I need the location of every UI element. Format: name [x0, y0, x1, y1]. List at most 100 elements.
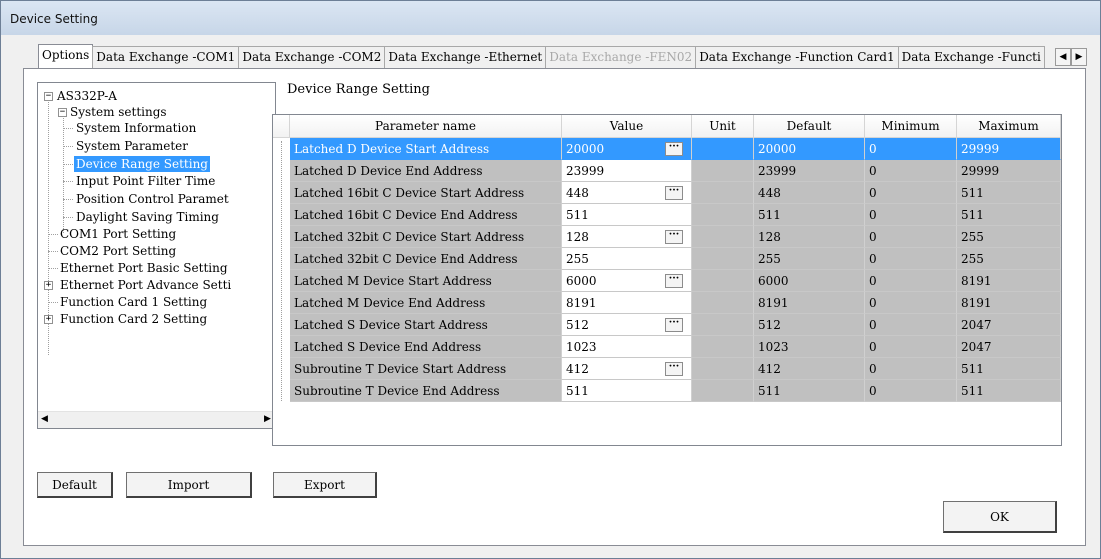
header-parameter-name[interactable]: Parameter name — [290, 115, 562, 138]
collapse-system-settings-icon[interactable]: − — [58, 108, 67, 117]
cell-maximum: 2047 — [957, 336, 1061, 358]
cell-default: 511 — [754, 380, 865, 402]
import-button[interactable]: Import — [126, 472, 252, 498]
header-maximum[interactable]: Maximum — [957, 115, 1061, 138]
cell-unit — [692, 160, 754, 182]
tab-data-exchange-com1[interactable]: Data Exchange -COM1 — [92, 46, 240, 68]
collapse-root-icon[interactable]: − — [44, 92, 53, 101]
cell-maximum: 511 — [957, 380, 1061, 402]
table-row[interactable]: Latched 16bit C Device Start Address 448 4… — [273, 182, 1061, 204]
cell-minimum: 0 — [865, 380, 957, 402]
browse-ellipsis-button[interactable]: ··· — [665, 186, 683, 200]
cell-unit — [692, 292, 754, 314]
cell-minimum: 0 — [865, 226, 957, 248]
cell-parameter-name: Latched 16bit C Device End Address — [290, 204, 562, 226]
table-row[interactable]: Latched S Device Start Address 512 512 0 204… — [273, 314, 1061, 336]
cell-value[interactable]: 511 — [562, 204, 692, 226]
browse-ellipsis-button[interactable]: ··· — [665, 230, 683, 244]
cell-minimum: 0 — [865, 160, 957, 182]
table-row[interactable]: Latched 16bit C Device End Address 511 511… — [273, 204, 1061, 226]
cell-parameter-name: Latched 16bit C Device Start Address — [290, 182, 562, 204]
table-row[interactable]: Latched M Device Start Address 6000 6000 0 8… — [273, 270, 1061, 292]
tree-item-device-range-setting[interactable]: Device Range Setting — [74, 156, 210, 172]
tab-scroll-left-icon[interactable]: ◀ — [1055, 48, 1071, 66]
tree-item-daylight-saving-timing[interactable]: Daylight Saving Timing — [76, 209, 219, 225]
expand-ethernet-advance-icon[interactable]: + — [44, 281, 53, 290]
cell-parameter-name: Latched S Device Start Address — [290, 314, 562, 336]
table-row[interactable]: Latched S Device End Address 1023 1023 0 204… — [273, 336, 1061, 358]
cell-unit — [692, 182, 754, 204]
tree-item-com1-port-setting[interactable]: COM1 Port Setting — [60, 226, 176, 242]
cell-minimum: 0 — [865, 358, 957, 380]
tab-data-exchange-function-card2[interactable]: Data Exchange -Functi — [897, 46, 1045, 68]
tab-data-exchange-function-card1[interactable]: Data Exchange -Function Card1 — [695, 46, 899, 68]
tree-item-function-card-1-setting[interactable]: Function Card 1 Setting — [60, 294, 207, 310]
ok-button[interactable]: OK — [943, 501, 1057, 533]
tab-scroll-right-icon[interactable]: ▶ — [1071, 48, 1087, 66]
tree-item-system-parameter[interactable]: System Parameter — [76, 138, 188, 154]
table-row[interactable]: Latched M Device End Address 8191 8191 0 819… — [273, 292, 1061, 314]
cell-value[interactable]: 8191 — [562, 292, 692, 314]
tab-options[interactable]: Options — [38, 44, 94, 68]
browse-ellipsis-button[interactable]: ··· — [665, 318, 683, 332]
cell-minimum: 0 — [865, 314, 957, 336]
header-minimum[interactable]: Minimum — [865, 115, 957, 138]
tree-item-position-control-parameter[interactable]: Position Control Paramet — [76, 191, 229, 207]
tree-item-ethernet-port-basic-setting[interactable]: Ethernet Port Basic Setting — [60, 260, 228, 276]
browse-ellipsis-button[interactable]: ··· — [665, 362, 683, 376]
cell-maximum: 511 — [957, 358, 1061, 380]
device-range-table: Parameter name Value Unit Default Minimu… — [272, 114, 1062, 446]
tree-item-root[interactable]: AS332P-A — [57, 88, 117, 104]
cell-minimum: 0 — [865, 182, 957, 204]
cell-parameter-name: Subroutine T Device End Address — [290, 380, 562, 402]
tab-data-exchange-fen02: Data Exchange -FEN02 — [545, 46, 697, 68]
cell-unit — [692, 204, 754, 226]
table-row[interactable]: Latched 32bit C Device End Address 255 255… — [273, 248, 1061, 270]
default-button[interactable]: Default — [37, 472, 113, 498]
cell-maximum: 255 — [957, 226, 1061, 248]
cell-default: 511 — [754, 204, 865, 226]
scroll-left-arrow-icon[interactable]: ◀ — [41, 414, 48, 424]
cell-maximum: 8191 — [957, 292, 1061, 314]
cell-value[interactable]: 511 — [562, 380, 692, 402]
title-bar: Device Setting — [1, 1, 1100, 35]
tree-item-function-card-2-setting[interactable]: Function Card 2 Setting — [60, 311, 207, 327]
tree-item-system-information[interactable]: System Information — [76, 120, 196, 136]
cell-value[interactable]: 255 — [562, 248, 692, 270]
settings-tree[interactable]: − AS332P-A − System settings System Info… — [37, 82, 276, 429]
table-row[interactable]: Subroutine T Device End Address 511 511 0 51… — [273, 380, 1061, 402]
tab-strip: Options Data Exchange -COM1 Data Exchang… — [38, 44, 1045, 68]
browse-ellipsis-button[interactable]: ··· — [665, 274, 683, 288]
tree-horizontal-scrollbar[interactable]: ◀ ▶ — [38, 411, 275, 428]
table-row[interactable]: Subroutine T Device Start Address 412 412 0… — [273, 358, 1061, 380]
cell-default: 8191 — [754, 292, 865, 314]
tab-data-exchange-ethernet[interactable]: Data Exchange -Ethernet — [384, 46, 547, 68]
table-row[interactable]: Latched D Device Start Address 20000 20000… — [273, 138, 1061, 160]
cell-value[interactable]: 1023 — [562, 336, 692, 358]
tree-item-com2-port-setting[interactable]: COM2 Port Setting — [60, 243, 176, 259]
scroll-right-arrow-icon[interactable]: ▶ — [264, 414, 271, 424]
cell-parameter-name: Subroutine T Device Start Address — [290, 358, 562, 380]
header-unit[interactable]: Unit — [692, 115, 754, 138]
cell-unit — [692, 138, 754, 160]
table-row[interactable]: Latched 32bit C Device Start Address 128 1… — [273, 226, 1061, 248]
expand-function-card-2-icon[interactable]: + — [44, 315, 53, 324]
cell-unit — [692, 226, 754, 248]
header-default[interactable]: Default — [754, 115, 865, 138]
cell-default: 1023 — [754, 336, 865, 358]
header-value[interactable]: Value — [562, 115, 692, 138]
cell-minimum: 0 — [865, 270, 957, 292]
cell-value[interactable]: 23999 — [562, 160, 692, 182]
cell-default: 255 — [754, 248, 865, 270]
tab-data-exchange-com2[interactable]: Data Exchange -COM2 — [238, 46, 386, 68]
window-title: Device Setting — [10, 12, 98, 26]
tree-item-system-settings[interactable]: System settings — [70, 104, 167, 120]
export-button[interactable]: Export — [273, 472, 377, 498]
table-row[interactable]: Latched D Device End Address 23999 23999 0 2… — [273, 160, 1061, 182]
cell-default: 6000 — [754, 270, 865, 292]
tree-item-input-point-filter-time[interactable]: Input Point Filter Time — [76, 173, 215, 189]
cell-default: 128 — [754, 226, 865, 248]
tree-item-ethernet-port-advance-setting[interactable]: Ethernet Port Advance Setti — [60, 277, 231, 293]
section-title: Device Range Setting — [287, 82, 430, 97]
browse-ellipsis-button[interactable]: ··· — [665, 142, 683, 156]
